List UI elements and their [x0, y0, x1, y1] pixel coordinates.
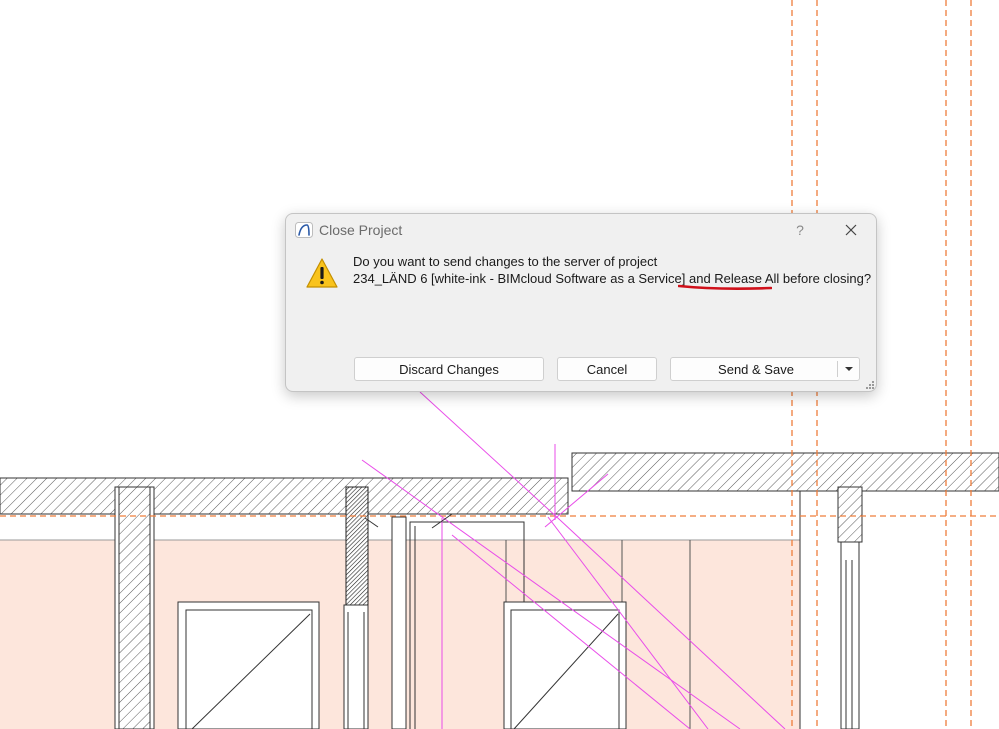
dialog-title: Close Project [319, 222, 403, 238]
send-save-button[interactable]: Send & Save [670, 357, 860, 381]
dialog-message: Do you want to send changes to the serve… [353, 253, 872, 287]
dialog-titlebar[interactable]: Close Project ? [286, 214, 876, 246]
discard-changes-button[interactable]: Discard Changes [354, 357, 544, 381]
column-dense [345, 486, 369, 606]
split-button-divider [837, 361, 838, 377]
message-line-2: 234_LÄND 6 [white-ink - BIMcloud Softwar… [353, 271, 872, 286]
chevron-down-icon[interactable] [839, 360, 859, 378]
archicad-arc-icon [295, 222, 313, 238]
door-left-panel [185, 609, 313, 729]
window-right [840, 541, 860, 729]
close-project-dialog: Close Project ? Do you want to send chan… [285, 213, 877, 392]
column-right [837, 486, 863, 543]
red-underline-annotation [678, 284, 772, 290]
resize-grip-icon[interactable] [865, 380, 875, 390]
help-button[interactable]: ? [792, 220, 808, 240]
close-icon[interactable] [839, 220, 863, 240]
partition-a [391, 516, 407, 729]
column-left-hatch [118, 486, 151, 729]
wall-left [0, 477, 569, 515]
message-line-1: Do you want to send changes to the serve… [353, 254, 658, 269]
construction-marks [364, 513, 453, 529]
wall-right [571, 452, 999, 492]
warning-triangle-icon [306, 258, 338, 288]
cancel-button[interactable]: Cancel [557, 357, 657, 381]
door-right-panel [510, 609, 620, 729]
